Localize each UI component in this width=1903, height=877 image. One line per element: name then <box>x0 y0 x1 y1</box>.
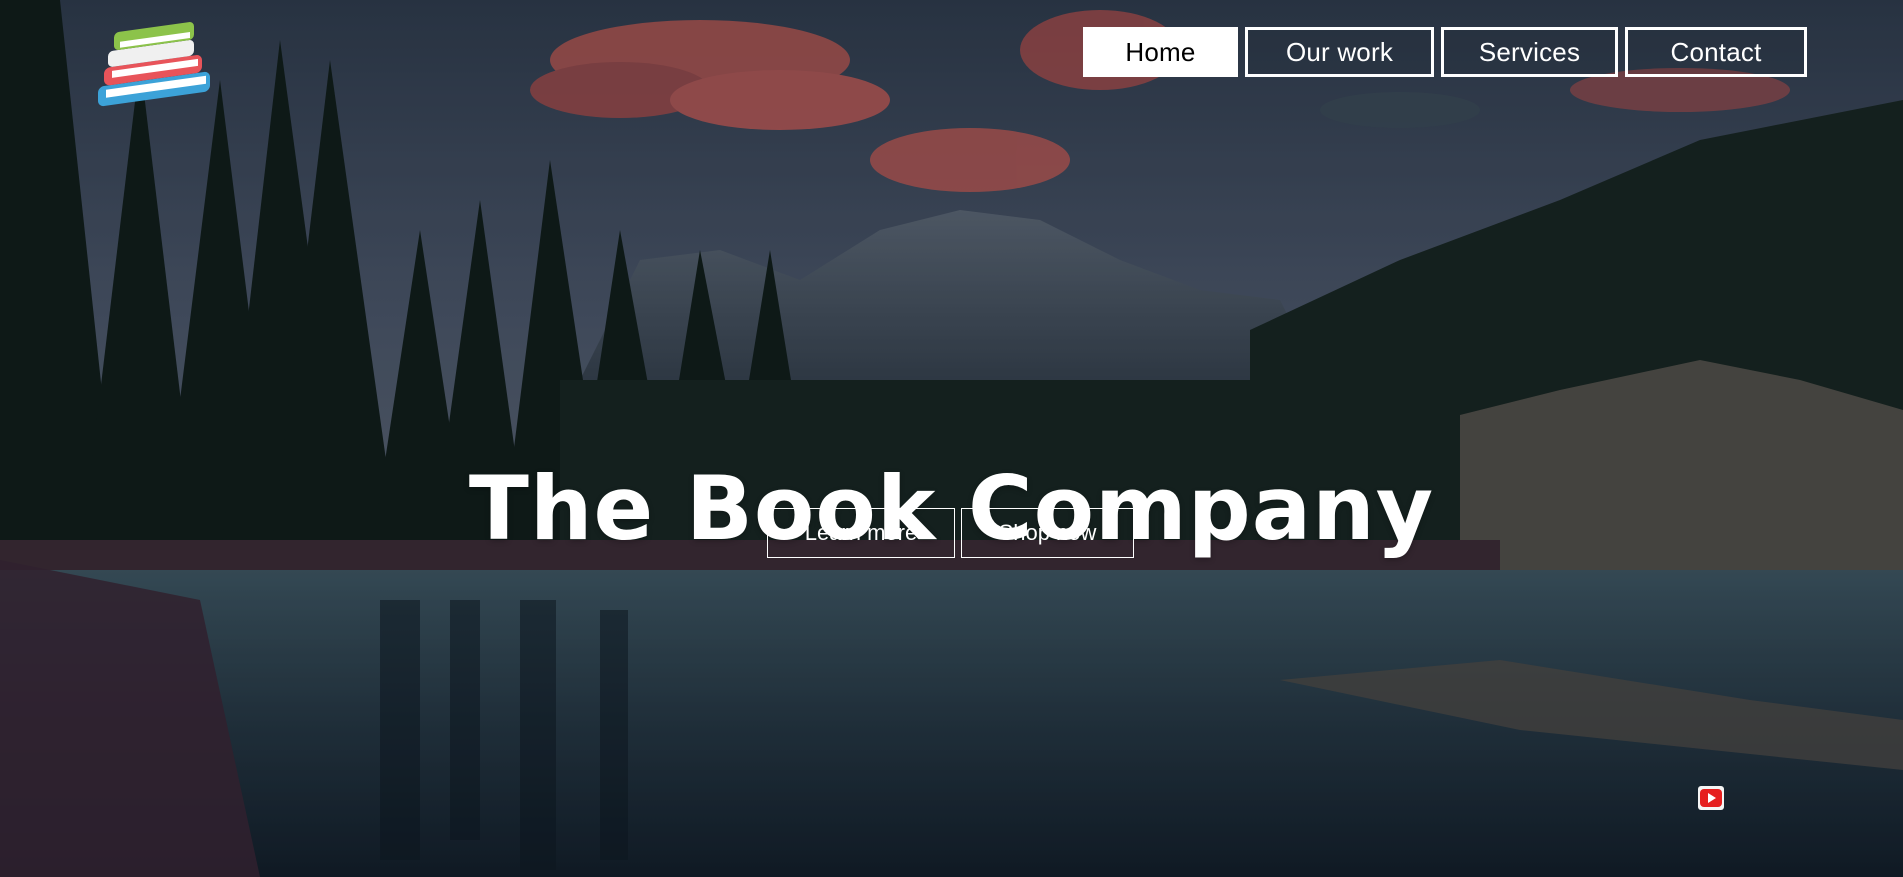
background-overlay <box>0 0 1903 877</box>
shop-now-button[interactable]: Shop now <box>961 508 1134 558</box>
nav-services[interactable]: Services <box>1441 27 1618 77</box>
learn-more-button[interactable]: Learn more <box>767 508 955 558</box>
nav-home[interactable]: Home <box>1083 27 1238 77</box>
nav-our-work[interactable]: Our work <box>1245 27 1434 77</box>
hero-buttons: Learn more Shop now <box>767 508 1134 558</box>
books-stack-icon[interactable] <box>90 12 230 122</box>
nav-contact[interactable]: Contact <box>1625 27 1807 77</box>
youtube-icon[interactable] <box>1698 786 1724 810</box>
main-nav: Home Our work Services Contact <box>1083 27 1807 77</box>
hero-section <box>0 0 1903 877</box>
